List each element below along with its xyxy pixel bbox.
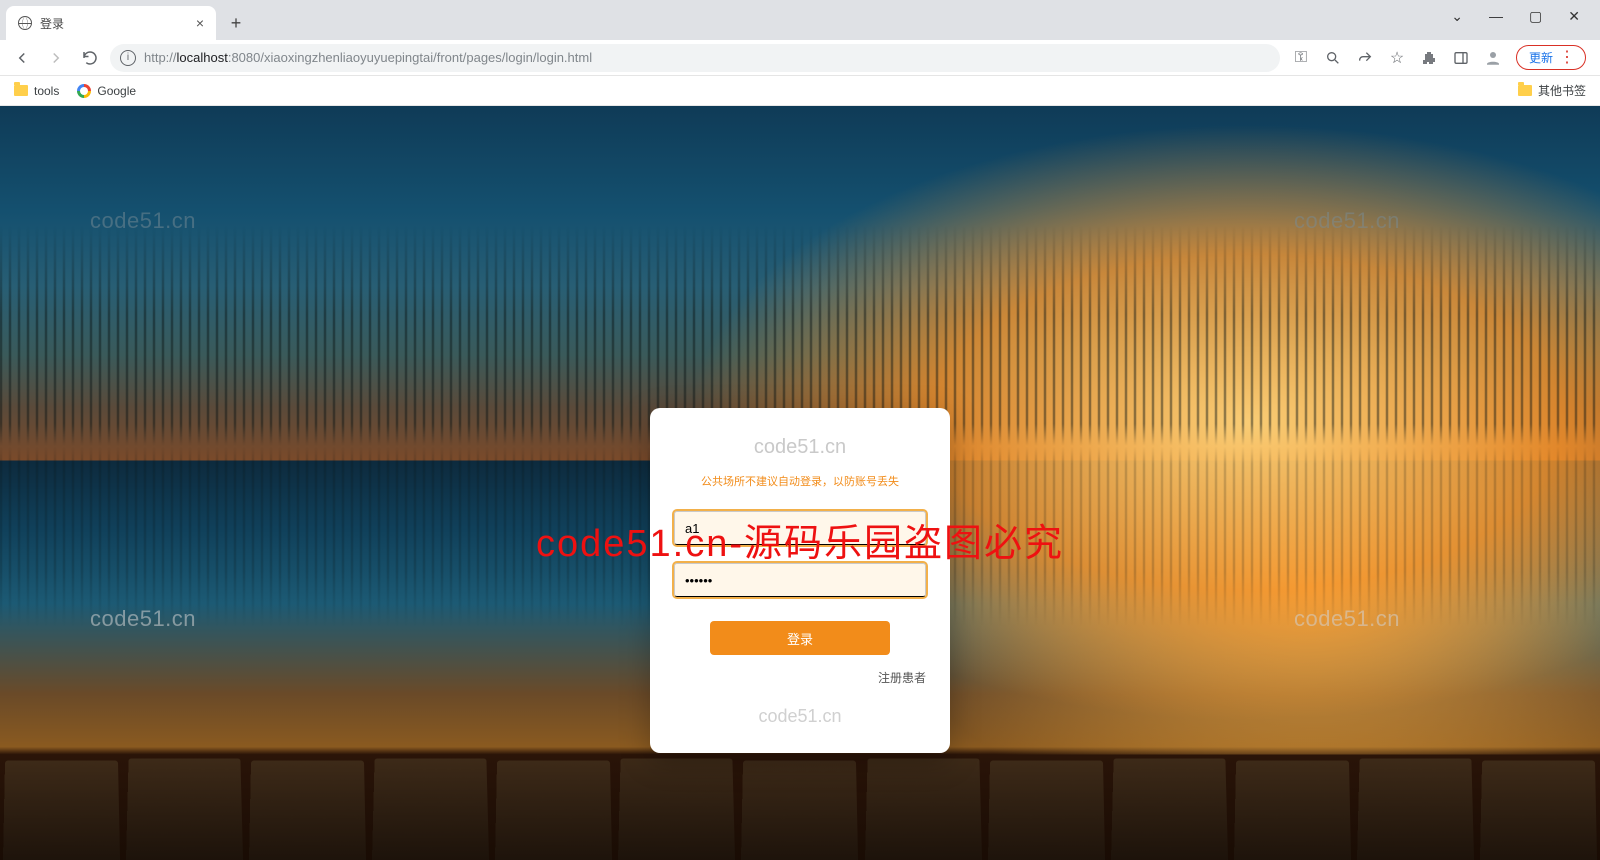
- background-image: [0, 750, 1600, 860]
- forward-button[interactable]: [42, 44, 70, 72]
- watermark: code51.cn: [674, 706, 926, 727]
- menu-dots-icon: ⋮: [1559, 50, 1575, 66]
- bookmarks-bar: tools Google 其他书签: [0, 76, 1600, 106]
- bookmark-google[interactable]: Google: [77, 84, 136, 98]
- back-button[interactable]: [8, 44, 36, 72]
- profile-icon[interactable]: [1484, 49, 1502, 67]
- bookmark-other[interactable]: 其他书签: [1518, 82, 1586, 99]
- reload-button[interactable]: [76, 44, 104, 72]
- username-input[interactable]: [674, 511, 926, 545]
- zoom-icon[interactable]: [1324, 49, 1342, 67]
- folder-icon: [14, 85, 28, 96]
- bookmark-star-icon[interactable]: ☆: [1388, 49, 1406, 67]
- window-close-icon[interactable]: ✕: [1568, 8, 1580, 25]
- window-maximize-icon[interactable]: ▢: [1529, 8, 1542, 25]
- side-panel-icon[interactable]: [1452, 49, 1470, 67]
- watermark: code51.cn: [674, 436, 926, 459]
- google-icon: [77, 84, 91, 98]
- share-icon[interactable]: [1356, 49, 1374, 67]
- address-bar[interactable]: i http://localhost:8080/xiaoxingzhenliao…: [110, 44, 1280, 72]
- close-tab-icon[interactable]: ×: [196, 15, 204, 31]
- url-text: http://localhost:8080/xiaoxingzhenliaoyu…: [144, 50, 592, 65]
- window-caret-icon[interactable]: ⌄: [1451, 8, 1463, 25]
- address-bar-row: i http://localhost:8080/xiaoxingzhenliao…: [0, 40, 1600, 76]
- tab-title: 登录: [40, 15, 64, 32]
- new-tab-button[interactable]: +: [222, 9, 250, 37]
- password-key-icon[interactable]: ⚿: [1292, 49, 1310, 67]
- login-button[interactable]: 登录: [710, 621, 890, 655]
- browser-tab[interactable]: 登录 ×: [6, 6, 216, 40]
- page-content: code51.cn code51.cn code51.cn code51.cn …: [0, 106, 1600, 860]
- register-link[interactable]: 注册患者: [674, 669, 926, 686]
- folder-icon: [1518, 85, 1532, 96]
- update-button[interactable]: 更新⋮: [1516, 45, 1586, 70]
- login-hint: 公共场所不建议自动登录，以防账号丢失: [674, 473, 926, 489]
- tab-strip: 登录 × +: [0, 0, 1600, 40]
- login-card: code51.cn 公共场所不建议自动登录，以防账号丢失 登录 注册患者 cod…: [650, 408, 950, 753]
- window-minimize-icon[interactable]: —: [1489, 8, 1503, 24]
- globe-icon: [18, 16, 32, 30]
- bookmark-tools[interactable]: tools: [14, 84, 59, 98]
- site-info-icon[interactable]: i: [120, 50, 136, 66]
- password-input[interactable]: [674, 563, 926, 597]
- extensions-icon[interactable]: [1420, 49, 1438, 67]
